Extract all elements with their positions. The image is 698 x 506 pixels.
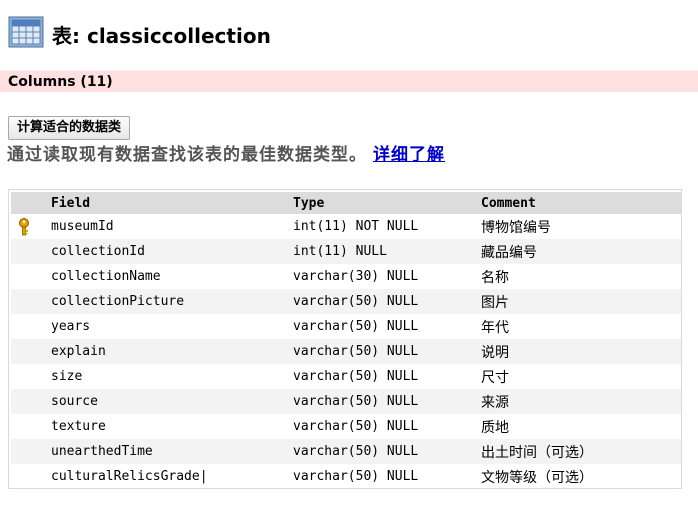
type-cell[interactable]: varchar(50) NULL xyxy=(293,289,481,314)
table-row[interactable]: culturalRelicsGrade| varchar(50) NULL 文物等级… xyxy=(11,464,681,489)
table-row[interactable]: museumId int(11) NOT NULL 博物馆编号 xyxy=(11,214,681,239)
type-cell[interactable]: varchar(50) NULL xyxy=(293,389,481,414)
key-cell xyxy=(11,314,41,339)
comment-cell[interactable]: 说明 xyxy=(481,339,681,364)
comment-cell[interactable]: 图片 xyxy=(481,289,681,314)
field-cell[interactable]: size xyxy=(41,364,293,389)
field-cell[interactable]: unearthedTime xyxy=(41,439,293,464)
field-cell[interactable]: museumId xyxy=(41,214,293,239)
columns-table-container: Field Type Comment museumId int(11) NOT N… xyxy=(8,189,682,489)
key-cell xyxy=(11,439,41,464)
comment-cell[interactable]: 文物等级（可选） xyxy=(481,464,681,489)
key-cell xyxy=(11,239,41,264)
key-cell xyxy=(11,389,41,414)
comment-cell[interactable]: 年代 xyxy=(481,314,681,339)
type-cell[interactable]: varchar(50) NULL xyxy=(293,314,481,339)
learn-more-link[interactable]: 详细了解 xyxy=(373,145,445,165)
field-cell[interactable]: collectionName xyxy=(41,264,293,289)
suggest-datatypes-button[interactable]: 计算适合的数据类 xyxy=(8,116,131,140)
table-row[interactable]: years varchar(50) NULL 年代 xyxy=(11,314,681,339)
table-row[interactable]: collectionId int(11) NULL 藏品编号 xyxy=(11,239,681,264)
comment-cell[interactable]: 藏品编号 xyxy=(481,239,681,264)
page-title: 表: classiccollection xyxy=(52,24,271,48)
table-row[interactable]: unearthedTime varchar(50) NULL 出土时间（可选） xyxy=(11,439,681,464)
primary-key-icon xyxy=(17,217,31,236)
key-cell xyxy=(11,464,41,489)
comment-cell[interactable]: 来源 xyxy=(481,389,681,414)
field-cell[interactable]: explain xyxy=(41,339,293,364)
field-cell[interactable]: culturalRelicsGrade| xyxy=(41,464,293,489)
type-cell[interactable]: varchar(30) NULL xyxy=(293,264,481,289)
comment-cell[interactable]: 博物馆编号 xyxy=(481,214,681,239)
type-cell[interactable]: varchar(50) NULL xyxy=(293,339,481,364)
table-row[interactable]: explain varchar(50) NULL 说明 xyxy=(11,339,681,364)
field-cell[interactable]: collectionId xyxy=(41,239,293,264)
type-cell[interactable]: int(11) NULL xyxy=(293,239,481,264)
comment-cell[interactable]: 出土时间（可选） xyxy=(481,439,681,464)
type-cell[interactable]: varchar(50) NULL xyxy=(293,414,481,439)
key-cell xyxy=(11,289,41,314)
description: 通过读取现有数据查找该表的最佳数据类型。 详细了解 xyxy=(7,142,445,168)
field-cell[interactable]: texture xyxy=(41,414,293,439)
type-column-header[interactable]: Type xyxy=(293,192,481,214)
table-header-row: Field Type Comment xyxy=(11,192,681,214)
key-cell xyxy=(11,264,41,289)
columns-table: Field Type Comment museumId int(11) NOT N… xyxy=(11,192,681,489)
key-cell xyxy=(11,414,41,439)
table-row[interactable]: collectionPicture varchar(50) NULL 图片 xyxy=(11,289,681,314)
columns-section-header[interactable]: Columns (11) xyxy=(0,70,698,92)
comment-cell[interactable]: 名称 xyxy=(481,264,681,289)
key-column-header xyxy=(11,192,41,214)
field-cell[interactable]: source xyxy=(41,389,293,414)
description-text: 通过读取现有数据查找该表的最佳数据类型。 xyxy=(7,145,367,165)
type-cell[interactable]: varchar(50) NULL xyxy=(293,464,481,489)
key-cell xyxy=(11,214,41,239)
table-row[interactable]: size varchar(50) NULL 尺寸 xyxy=(11,364,681,389)
table-row[interactable]: source varchar(50) NULL 来源 xyxy=(11,389,681,414)
comment-cell[interactable]: 质地 xyxy=(481,414,681,439)
table-row[interactable]: collectionName varchar(30) NULL 名称 xyxy=(11,264,681,289)
type-cell[interactable]: varchar(50) NULL xyxy=(293,364,481,389)
table-grid-icon xyxy=(8,16,44,48)
type-cell[interactable]: varchar(50) NULL xyxy=(293,439,481,464)
field-cell[interactable]: years xyxy=(41,314,293,339)
page-header: 表: classiccollection xyxy=(8,8,271,48)
key-cell xyxy=(11,364,41,389)
field-cell[interactable]: collectionPicture xyxy=(41,289,293,314)
key-cell xyxy=(11,339,41,364)
comment-cell[interactable]: 尺寸 xyxy=(481,364,681,389)
field-column-header[interactable]: Field xyxy=(41,192,293,214)
table-row[interactable]: texture varchar(50) NULL 质地 xyxy=(11,414,681,439)
type-cell[interactable]: int(11) NOT NULL xyxy=(293,214,481,239)
comment-column-header[interactable]: Comment xyxy=(481,192,681,214)
